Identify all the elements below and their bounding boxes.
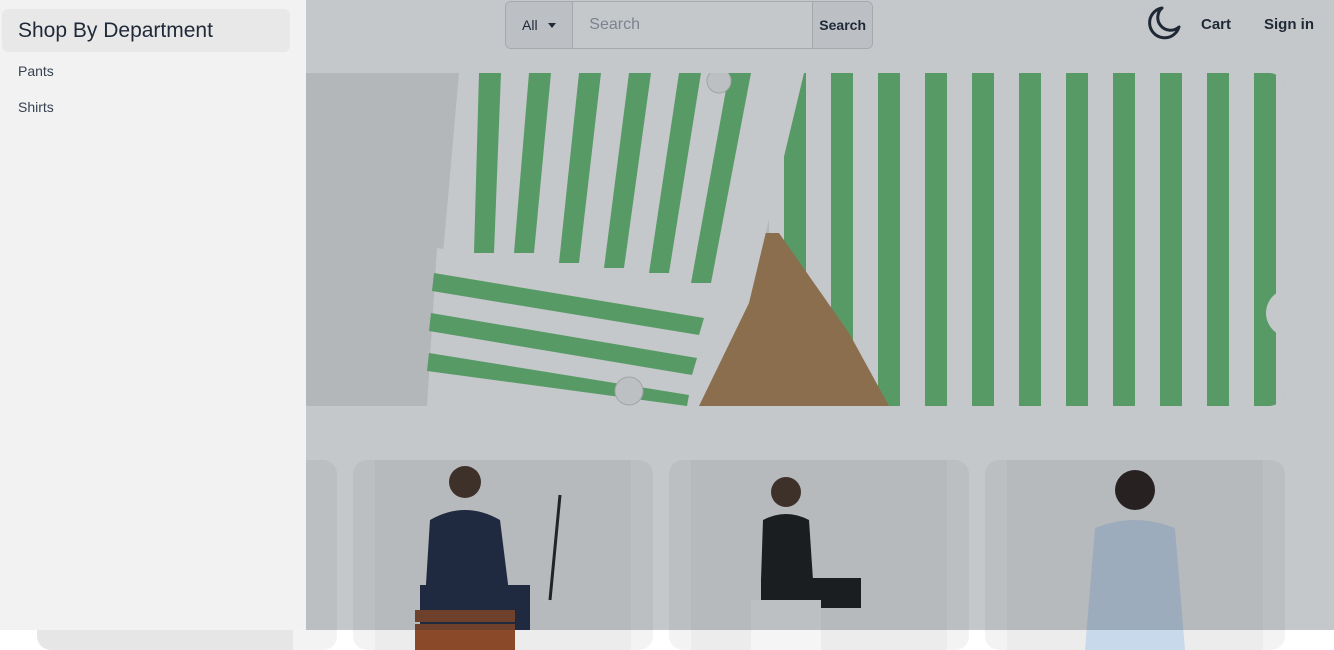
drawer-title: Shop By Department [18,19,213,42]
drawer-header: Shop By Department [2,9,290,52]
department-drawer: Shop By Department Pants Shirts [0,0,306,630]
drawer-item-pants[interactable]: Pants [18,63,54,79]
drawer-item-shirts[interactable]: Shirts [18,99,54,115]
